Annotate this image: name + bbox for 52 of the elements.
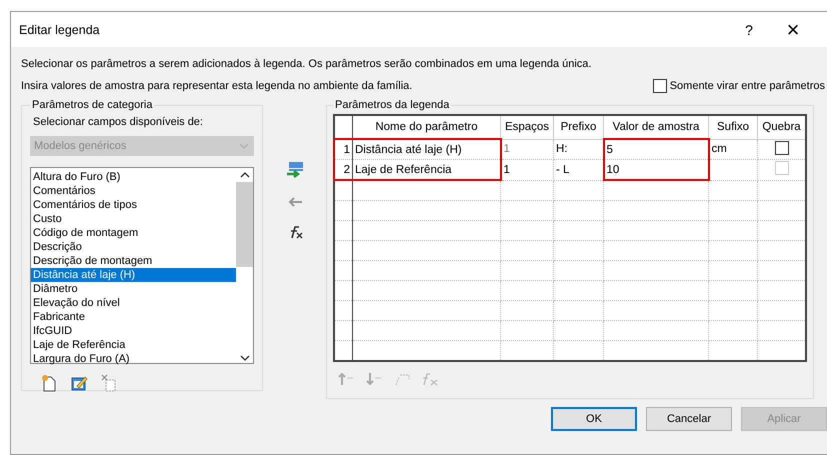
list-item[interactable]: IfcGUID [31,324,236,338]
list-item[interactable]: Laje de Referência [31,338,236,352]
column-header[interactable]: Sufixo [708,115,758,139]
list-item[interactable]: Altura do Furo (B) [31,170,236,184]
list-item[interactable]: Distância até laje (H) [31,268,236,282]
list-item[interactable]: Elevação do nível [31,296,236,310]
list-item[interactable]: Comentários de tipos [31,198,236,212]
table-cell[interactable]: Laje de Referência [352,160,500,180]
dialog-button[interactable]: Cancelar [646,407,732,431]
table-cell[interactable]: 10 [604,160,708,180]
instruction-text: Selecionar os parâmetros a serem adicionados à legenda. Os parâmetros serão combinados em uma legenda única. [21,57,592,72]
list-item[interactable]: Descrição [31,240,236,254]
column-header[interactable]: Nome do parâmetro [352,115,500,139]
checkbox-label: Somente virar entre parâmetros [670,80,825,92]
list-item[interactable]: Diâmetro [31,282,236,296]
table-cell[interactable] [758,160,806,180]
list-item[interactable]: Largura do Furo (A) [31,352,236,366]
group-title: Parâmetros da legenda [334,99,450,111]
scroll-up-icon[interactable] [240,172,250,178]
table-cell[interactable] [708,160,758,180]
table-cell[interactable]: 5 [604,139,708,160]
scroll-down-icon[interactable] [240,355,250,361]
table-cell[interactable]: Distância até laje (H) [352,139,500,160]
window-title: Editar legenda [19,22,101,36]
scrollbar-thumb[interactable] [236,182,253,267]
table-cell[interactable]: 1 [500,160,554,180]
help-button[interactable]: ? [727,14,771,44]
chevron-down-icon [239,143,249,149]
edit-icon[interactable] [70,374,88,392]
table-cell[interactable]: cm [708,139,758,160]
list-item[interactable]: Descrição de montagem [31,254,236,268]
table-cell[interactable] [758,139,806,160]
column-header[interactable]: Valor de amostra [604,115,708,139]
column-header[interactable]: Prefixo [554,115,604,139]
column-header[interactable]: Quebra [758,115,806,139]
checkbox[interactable] [652,79,667,93]
instruction-text: Insira valores de amostra para representar esta legenda no ambiente da família. [21,79,412,94]
list-item[interactable]: Fabricante [31,310,236,324]
new-document-icon[interactable] [40,374,58,392]
group-title: Parâmetros de categoria [31,99,154,111]
close-button[interactable]: × [771,14,815,44]
delete-document-icon[interactable] [100,374,118,392]
row-number: 1 [334,139,352,160]
list-item[interactable]: Comentários [31,184,236,198]
row-number: 2 [334,160,352,180]
break-checkbox[interactable] [774,140,788,155]
add-parameter-icon[interactable] [284,161,304,179]
list-item[interactable]: Custo [31,212,236,226]
column-header[interactable]: Espaços [500,115,554,139]
dialog-button[interactable]: OK [551,407,637,431]
list-item[interactable]: Código de montagem [31,226,236,240]
select-label: Selecionar campos disponíveis de: [33,116,204,128]
